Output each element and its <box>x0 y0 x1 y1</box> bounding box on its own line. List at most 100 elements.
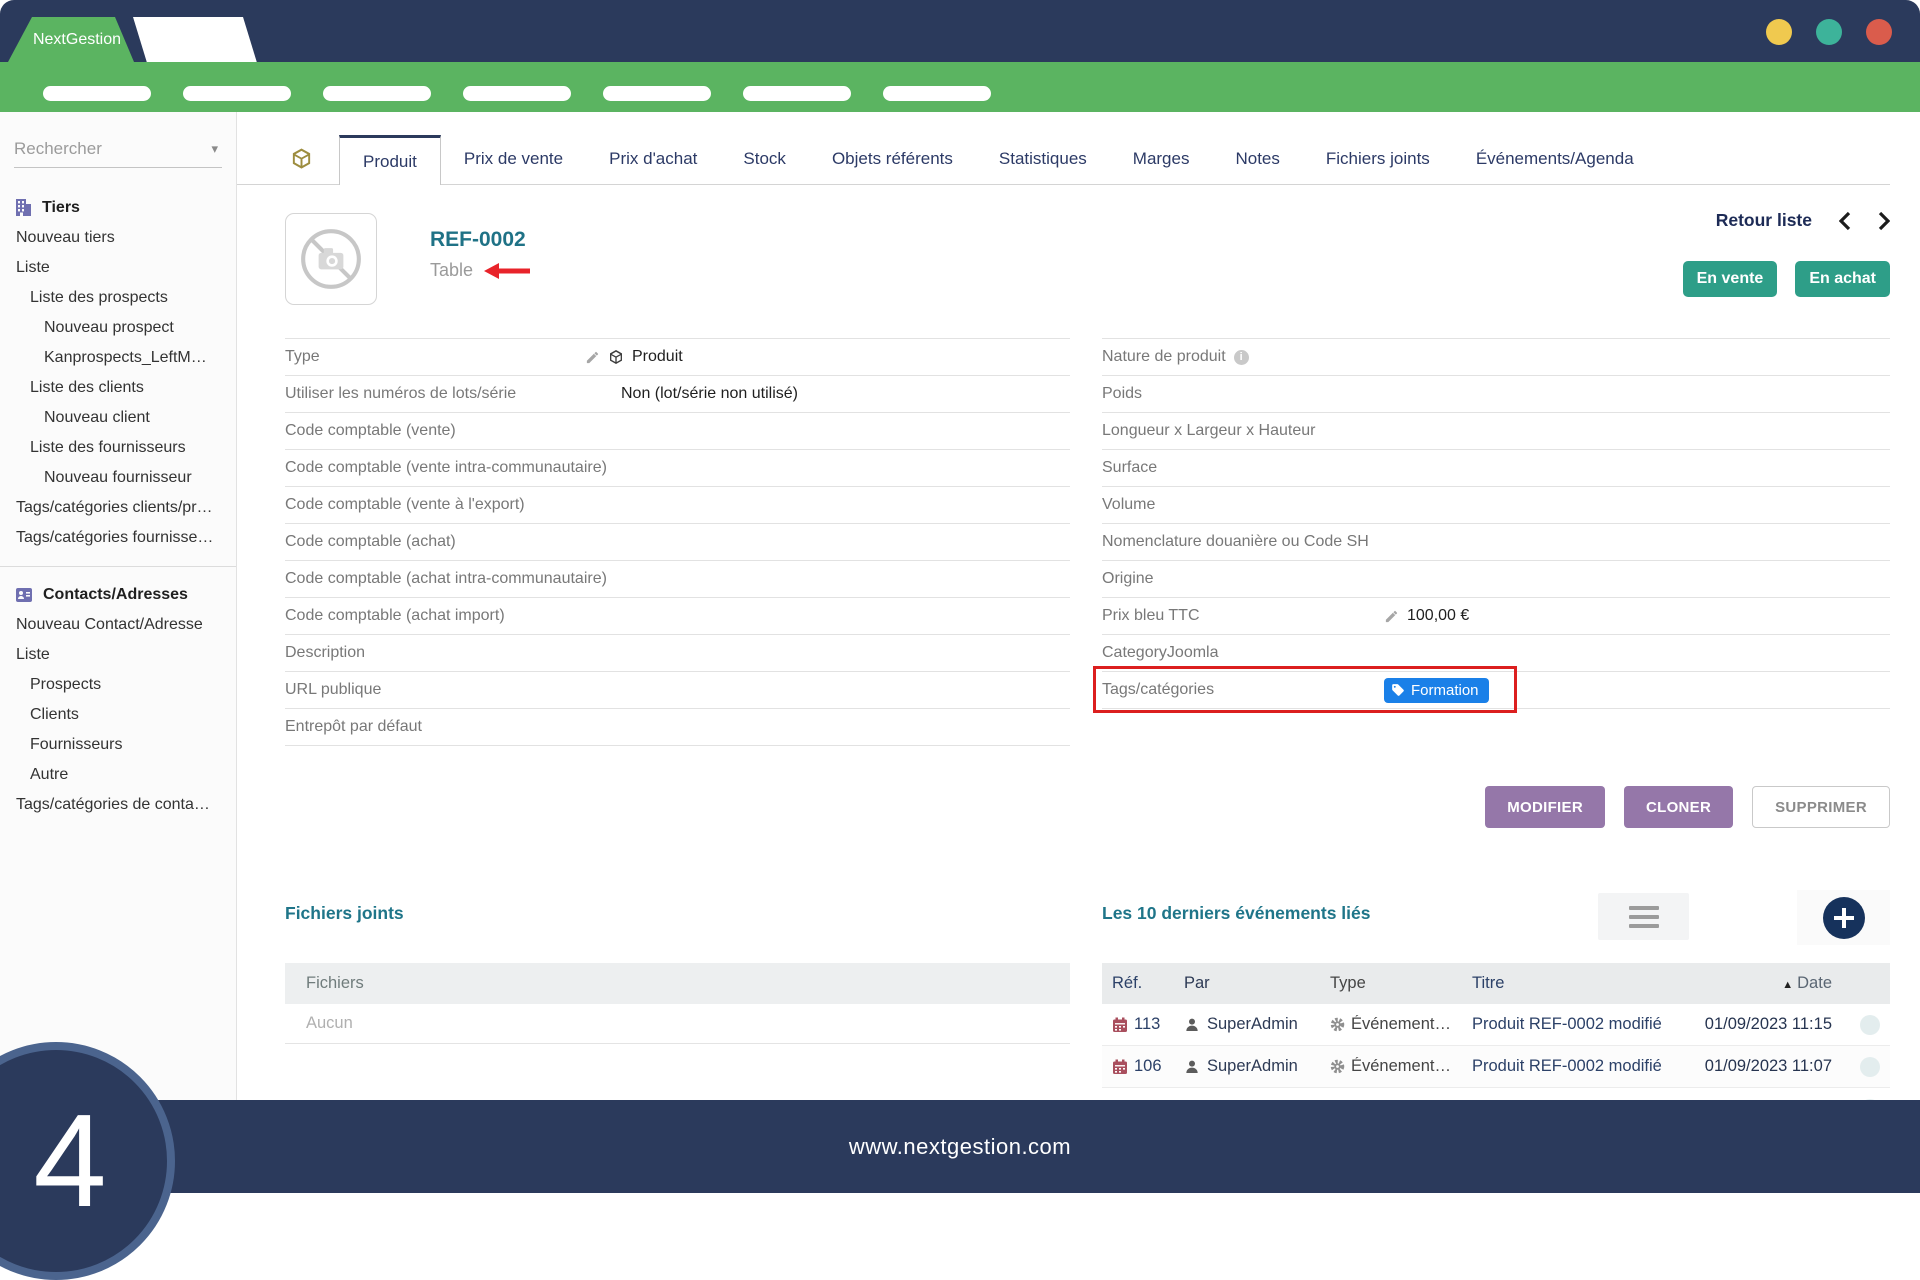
calendar-icon <box>1112 1017 1128 1033</box>
step-number: 4 <box>33 1095 106 1227</box>
product-tabbar: Produit Prix de vente Prix d'achat Stock… <box>237 128 1890 185</box>
nav-pill[interactable] <box>323 86 431 101</box>
field-row-poids: Poids <box>1102 376 1890 413</box>
sidebar-item-kanprospects[interactable]: Kanprospects_LeftM… <box>0 343 236 373</box>
cube-icon <box>608 349 624 365</box>
chevron-right-icon[interactable] <box>1878 211 1890 231</box>
event-status-dot <box>1860 1015 1880 1035</box>
sidebar-item-nouveau-fournisseur[interactable]: Nouveau fournisseur <box>0 463 236 493</box>
nav-pill[interactable] <box>183 86 291 101</box>
delete-button[interactable]: SUPPRIMER <box>1752 786 1890 828</box>
tab-prix-de-vente[interactable]: Prix de vente <box>441 134 586 184</box>
window-dot-red-icon[interactable] <box>1866 19 1892 45</box>
field-row-surface: Surface <box>1102 450 1890 487</box>
field-row-entrepot: Entrepôt par défaut <box>285 709 1070 746</box>
contacts-icon <box>16 588 32 602</box>
tag-badge-formation[interactable]: Formation <box>1384 678 1489 703</box>
calendar-icon <box>1112 1059 1128 1075</box>
sidebar-item-clients[interactable]: Clients <box>0 700 236 730</box>
window-dot-green-icon[interactable] <box>1816 19 1842 45</box>
event-status-dot <box>1860 1057 1880 1077</box>
sidebar-item-tags-contacts[interactable]: Tags/catégories de conta… <box>0 790 236 820</box>
nav-pill[interactable] <box>463 86 571 101</box>
col-par[interactable]: Par <box>1184 974 1330 993</box>
gear-icon <box>1330 1059 1345 1074</box>
tab-objets-referents[interactable]: Objets référents <box>809 134 976 184</box>
sidebar-item-liste-contacts[interactable]: Liste <box>0 640 236 670</box>
tab-notes[interactable]: Notes <box>1212 134 1302 184</box>
gear-icon <box>1330 1017 1345 1032</box>
brand-name: NextGestion <box>33 31 121 49</box>
tab-fichiers-joints[interactable]: Fichiers joints <box>1303 134 1453 184</box>
clone-button[interactable]: CLONER <box>1624 786 1733 828</box>
sidebar-item-nouveau-tiers[interactable]: Nouveau tiers <box>0 223 236 253</box>
sidebar-item-nouveau-contact[interactable]: Nouveau Contact/Adresse <box>0 610 236 640</box>
col-date[interactable]: ▲Date <box>1692 974 1850 993</box>
sidebar-item-autre[interactable]: Autre <box>0 760 236 790</box>
event-user: SuperAdmin <box>1207 1057 1298 1076</box>
field-row-tags-categories: Tags/catégories Formation <box>1102 672 1890 709</box>
sidebar-section-contacts[interactable]: Contacts/Adresses <box>0 579 236 610</box>
info-icon[interactable]: i <box>1234 350 1249 365</box>
search-input[interactable]: Rechercher ▾ <box>14 130 222 168</box>
tab-stock[interactable]: Stock <box>720 134 809 184</box>
nav-pill[interactable] <box>743 86 851 101</box>
sidebar-item-prospects[interactable]: Prospects <box>0 670 236 700</box>
product-photo-placeholder[interactable] <box>285 213 377 305</box>
tab-marges[interactable]: Marges <box>1110 134 1213 184</box>
nav-pill[interactable] <box>603 86 711 101</box>
nav-pill[interactable] <box>43 86 151 101</box>
field-row-code-achat-intra: Code comptable (achat intra-communautair… <box>285 561 1070 598</box>
tab-statistiques[interactable]: Statistiques <box>976 134 1110 184</box>
brand-secondary-tab[interactable] <box>133 17 257 62</box>
building-icon <box>16 199 31 216</box>
col-ref[interactable]: Réf. <box>1102 974 1184 993</box>
sidebar-item-liste-des-fournisseurs[interactable]: Liste des fournisseurs <box>0 433 236 463</box>
field-value: Produit <box>632 348 683 366</box>
col-titre[interactable]: Titre <box>1472 974 1692 993</box>
sidebar-item-liste-des-clients[interactable]: Liste des clients <box>0 373 236 403</box>
chevron-down-icon[interactable]: ▾ <box>211 141 222 157</box>
chevron-left-icon[interactable] <box>1839 211 1851 231</box>
status-badge-en-achat: En achat <box>1795 261 1890 297</box>
sidebar-section-tiers[interactable]: Tiers <box>0 192 236 223</box>
event-row[interactable] <box>1102 1088 1890 1100</box>
sidebar-item-nouveau-prospect[interactable]: Nouveau prospect <box>0 313 236 343</box>
red-arrow-annotation <box>484 263 530 279</box>
footer-bar: www.nextgestion.com <box>0 1100 1920 1193</box>
product-label: Table <box>430 260 473 281</box>
tab-produit[interactable]: Produit <box>339 135 441 185</box>
field-row-nomenclature: Nomenclature douanière ou Code SH <box>1102 524 1890 561</box>
field-row-categoryjoomla: CategoryJoomla <box>1102 635 1890 672</box>
sidebar-item-liste-tiers[interactable]: Liste <box>0 253 236 283</box>
sidebar-item-tags-clients[interactable]: Tags/catégories clients/pr… <box>0 493 236 523</box>
event-type: Événement… <box>1351 1015 1451 1034</box>
event-row[interactable]: 106 SuperAdmin Événement… Produit REF-00… <box>1102 1046 1890 1088</box>
window-dot-yellow-icon[interactable] <box>1766 19 1792 45</box>
field-row-nature: Nature de produiti <box>1102 339 1890 376</box>
sort-asc-icon: ▲ <box>1782 979 1793 991</box>
events-table: Réf. Par Type Titre ▲Date 113 SuperAdmin… <box>1102 963 1890 1100</box>
sidebar-item-liste-des-prospects[interactable]: Liste des prospects <box>0 283 236 313</box>
add-event-button[interactable] <box>1823 897 1865 939</box>
pencil-icon[interactable] <box>585 350 600 365</box>
modify-button[interactable]: MODIFIER <box>1485 786 1605 828</box>
event-row[interactable]: 113 SuperAdmin Événement… Produit REF-00… <box>1102 1004 1890 1046</box>
nav-pill[interactable] <box>883 86 991 101</box>
sidebar-item-fournisseurs[interactable]: Fournisseurs <box>0 730 236 760</box>
product-ref: REF-0002 <box>430 228 526 252</box>
brand-tab[interactable]: NextGestion <box>8 17 136 62</box>
field-row-lots-serie: Utiliser les numéros de lots/série Non (… <box>285 376 1070 413</box>
back-to-list-link[interactable]: Retour liste <box>1716 210 1812 231</box>
tab-evenements-agenda[interactable]: Événements/Agenda <box>1453 134 1657 184</box>
list-menu-button[interactable] <box>1598 893 1689 940</box>
pencil-icon[interactable] <box>1384 609 1399 624</box>
tab-prix-dachat[interactable]: Prix d'achat <box>586 134 720 184</box>
field-row-type: Type Produit <box>285 339 1070 376</box>
col-type[interactable]: Type <box>1330 974 1472 993</box>
sidebar-item-nouveau-client[interactable]: Nouveau client <box>0 403 236 433</box>
sidebar-section-label: Tiers <box>42 199 80 217</box>
status-badge-en-vente: En vente <box>1683 261 1778 297</box>
field-row-code-vente: Code comptable (vente) <box>285 413 1070 450</box>
sidebar-item-tags-fournisseurs[interactable]: Tags/catégories fournisse… <box>0 523 236 553</box>
